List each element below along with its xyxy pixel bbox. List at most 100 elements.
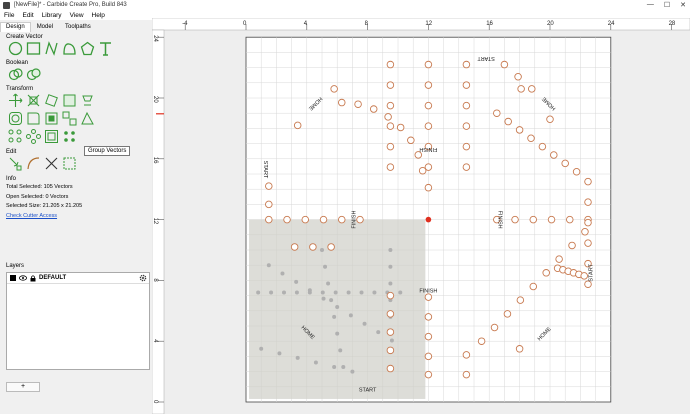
peg-hole[interactable] <box>542 269 550 277</box>
peg-hole[interactable] <box>386 122 395 130</box>
peg-hole[interactable] <box>584 198 592 206</box>
peg-hole[interactable] <box>561 159 569 168</box>
mirror-icon[interactable] <box>80 93 95 108</box>
tab-design[interactable]: Design <box>0 22 31 32</box>
peg-hole[interactable] <box>386 364 395 373</box>
peg-hole[interactable] <box>309 243 317 251</box>
peg-hole[interactable] <box>424 122 433 130</box>
check-cutter-access-link[interactable]: Check Cutter Access <box>6 212 152 222</box>
peg-hole[interactable] <box>538 142 547 151</box>
array-icon[interactable] <box>62 111 77 126</box>
maximize-icon[interactable]: ☐ <box>664 1 670 9</box>
curve-tool-icon[interactable] <box>62 41 77 56</box>
peg-hole[interactable] <box>384 113 392 121</box>
peg-hole[interactable] <box>515 126 524 134</box>
peg-hole[interactable] <box>424 313 433 321</box>
rotate-icon[interactable] <box>44 93 59 108</box>
peg-hole[interactable] <box>462 122 471 130</box>
peg-hole[interactable] <box>462 101 471 110</box>
peg-hole[interactable] <box>514 72 522 81</box>
design-board[interactable]: STARTSTARTSTARTSTARTHOME HOMEHOMEHOMEFINI… <box>245 36 612 403</box>
peg-hole[interactable] <box>490 323 499 332</box>
layer-color-swatch[interactable] <box>10 275 16 281</box>
fillet-icon[interactable] <box>26 111 41 126</box>
close-icon[interactable]: ✕ <box>680 1 686 9</box>
peg-hole[interactable] <box>424 183 433 192</box>
peg-hole[interactable] <box>327 243 335 251</box>
peg-hole[interactable] <box>500 60 509 69</box>
polygon-tool-icon[interactable] <box>80 41 95 56</box>
grid-array-icon[interactable] <box>62 129 77 144</box>
peg-hole[interactable] <box>396 123 405 132</box>
design-canvas[interactable]: -4 0 4 8 12 16 20 24 2824201612840 STARTSTARTSTA… <box>152 18 690 414</box>
offset-icon[interactable] <box>8 111 23 126</box>
peg-hole[interactable] <box>581 228 589 236</box>
menu-help[interactable]: Help <box>92 12 105 19</box>
peg-hole[interactable] <box>424 81 433 89</box>
group-vectors-icon[interactable] <box>80 111 95 126</box>
rectangle-tool-icon[interactable] <box>26 41 41 56</box>
arc-edit-icon[interactable] <box>26 156 41 171</box>
peg-hole[interactable] <box>504 117 512 126</box>
peg-hole[interactable] <box>290 243 299 251</box>
peg-hole[interactable] <box>462 60 471 69</box>
peg-hole[interactable] <box>338 98 346 107</box>
gear-icon[interactable] <box>139 274 147 282</box>
move-icon[interactable] <box>8 93 23 108</box>
peg-hole[interactable] <box>462 370 471 379</box>
peg-hole[interactable] <box>516 296 525 304</box>
peg-hole[interactable] <box>517 85 525 93</box>
trim-icon[interactable] <box>44 156 59 171</box>
peg-hole[interactable] <box>566 215 574 224</box>
tab-toolpaths[interactable]: Toolpaths <box>59 22 97 32</box>
lock-icon[interactable] <box>30 274 36 282</box>
scale-icon[interactable] <box>26 93 41 108</box>
peg-hole[interactable] <box>424 352 433 361</box>
peg-hole[interactable] <box>555 255 563 263</box>
peg-hole[interactable] <box>265 200 273 209</box>
menu-edit[interactable]: Edit <box>22 12 33 19</box>
peg-hole[interactable] <box>584 218 592 227</box>
peg-hole[interactable] <box>511 215 519 224</box>
peg-hole[interactable] <box>424 370 433 379</box>
peg-hole[interactable] <box>265 215 273 224</box>
peg-hole[interactable] <box>424 332 433 341</box>
peg-hole[interactable] <box>462 351 471 359</box>
peg-hole[interactable] <box>319 215 328 224</box>
peg-hole[interactable] <box>568 241 576 250</box>
peg-hole[interactable] <box>265 182 273 190</box>
peg-hole[interactable] <box>580 272 588 280</box>
peg-hole[interactable] <box>386 310 395 318</box>
peg-hole[interactable] <box>386 328 395 336</box>
nest-icon[interactable] <box>44 129 59 144</box>
add-layer-button[interactable]: + <box>6 382 40 392</box>
peg-hole[interactable] <box>418 166 427 175</box>
peg-hole[interactable] <box>477 337 486 345</box>
peg-hole[interactable] <box>424 293 433 301</box>
peg-hole[interactable] <box>527 134 535 143</box>
circular-array-icon[interactable] <box>8 129 23 144</box>
peg-hole[interactable] <box>547 215 556 224</box>
polyline-tool-icon[interactable] <box>44 41 59 56</box>
peg-hole[interactable] <box>493 109 501 117</box>
layer-row[interactable]: DEFAULT <box>7 273 149 284</box>
peg-hole[interactable] <box>407 136 415 145</box>
union-icon[interactable] <box>8 67 23 82</box>
boundary-icon[interactable] <box>44 111 59 126</box>
join-icon[interactable] <box>62 156 77 171</box>
peg-hole[interactable] <box>503 310 512 318</box>
peg-hole[interactable] <box>546 115 554 124</box>
peg-hole[interactable] <box>386 81 395 89</box>
peg-hole[interactable] <box>572 167 581 176</box>
peg-hole[interactable] <box>283 215 291 224</box>
tab-model[interactable]: Model <box>31 22 59 32</box>
peg-hole[interactable] <box>369 105 378 113</box>
peg-hole[interactable] <box>584 239 592 247</box>
peg-hole[interactable] <box>330 85 338 93</box>
peg-hole[interactable] <box>462 81 471 89</box>
peg-hole[interactable] <box>386 163 395 171</box>
peg-hole[interactable] <box>515 345 524 353</box>
peg-hole[interactable] <box>356 215 364 224</box>
menu-file[interactable]: File <box>4 12 14 19</box>
peg-hole[interactable] <box>338 215 346 224</box>
